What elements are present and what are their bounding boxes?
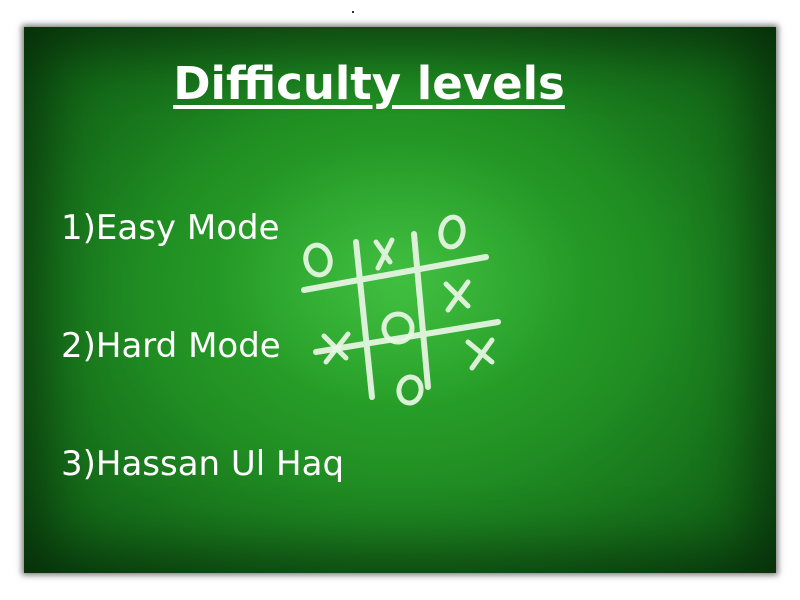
menu-item-hard-mode[interactable]: 2)Hard Mode: [61, 321, 344, 371]
menu-item-hassan-ul-haq[interactable]: 3)Hassan Ul Haq: [61, 439, 344, 489]
chalkboard-panel: Difficulty levels 1)Easy Mode 2)Hard Mod…: [24, 27, 776, 573]
stray-dot: [352, 11, 354, 13]
o-mark: [396, 374, 424, 406]
menu-item-easy-mode[interactable]: 1)Easy Mode: [61, 203, 344, 253]
x-mark: [465, 337, 495, 371]
page-title: Difficulty levels: [173, 57, 565, 110]
grid-line: [411, 231, 431, 390]
o-mark: [438, 214, 466, 250]
x-mark: [443, 279, 471, 313]
grid-line: [353, 239, 375, 400]
x-mark: [373, 237, 395, 271]
